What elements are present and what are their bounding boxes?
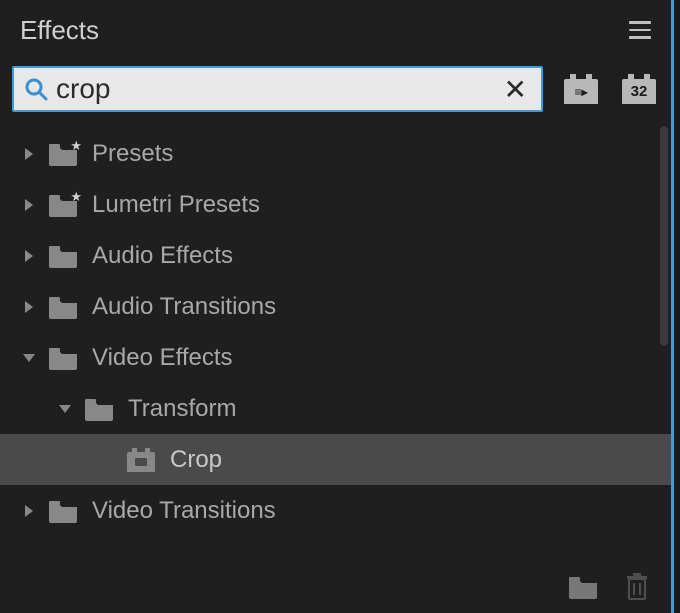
search-input[interactable] — [56, 73, 492, 105]
tree-label: Audio Transitions — [92, 293, 276, 321]
tree-label: Video Effects — [92, 344, 233, 372]
chevron-down-icon[interactable] — [54, 403, 76, 415]
tree-folder-presets[interactable]: ★ Presets — [0, 128, 671, 179]
effects-tree: ★ Presets ★ Lumetri Presets Audio Effect… — [0, 126, 671, 544]
panel-footer — [567, 565, 653, 609]
folder-star-icon: ★ — [46, 193, 80, 217]
tree-label: Transform — [128, 395, 236, 423]
chevron-right-icon[interactable] — [18, 197, 40, 213]
folder-icon — [46, 499, 80, 523]
delete-button[interactable] — [621, 573, 653, 601]
tree-folder-video-transitions[interactable]: Video Transitions — [0, 485, 671, 536]
tree-label: Presets — [92, 140, 173, 168]
tree-effect-crop[interactable]: Crop — [0, 434, 671, 485]
panel-title: Effects — [20, 15, 99, 46]
tree-folder-transform[interactable]: Transform — [0, 383, 671, 434]
new-bin-button[interactable] — [567, 573, 599, 601]
panel-menu-button[interactable] — [629, 21, 651, 39]
folder-icon — [46, 295, 80, 319]
effects-toolbar: ✕ ≡▸ 32 — [0, 56, 671, 126]
tree-folder-audio-effects[interactable]: Audio Effects — [0, 230, 671, 281]
tree-label: Video Transitions — [92, 497, 276, 525]
effect-icon — [124, 448, 158, 472]
folder-icon — [46, 244, 80, 268]
panel-header: Effects — [0, 0, 671, 56]
search-icon — [24, 77, 48, 101]
preset-32-button[interactable]: 32 — [619, 69, 659, 109]
scrollbar[interactable] — [660, 126, 668, 346]
tree-folder-video-effects[interactable]: Video Effects — [0, 332, 671, 383]
new-preset-bin-button[interactable]: ≡▸ — [561, 69, 601, 109]
tree-folder-lumetri-presets[interactable]: ★ Lumetri Presets — [0, 179, 671, 230]
folder-icon — [82, 397, 116, 421]
chevron-down-icon[interactable] — [18, 352, 40, 364]
tree-label: Audio Effects — [92, 242, 233, 270]
chevron-right-icon[interactable] — [18, 299, 40, 315]
clear-search-button[interactable]: ✕ — [500, 73, 531, 106]
folder-icon — [46, 346, 80, 370]
scrollbar-thumb[interactable] — [660, 126, 668, 346]
chevron-right-icon[interactable] — [18, 248, 40, 264]
chevron-right-icon[interactable] — [18, 503, 40, 519]
search-box[interactable]: ✕ — [12, 66, 543, 112]
tree-label: Crop — [170, 446, 222, 474]
folder-star-icon: ★ — [46, 142, 80, 166]
effects-panel: Effects ✕ ≡▸ 32 — [0, 0, 674, 613]
chevron-right-icon[interactable] — [18, 146, 40, 162]
tree-folder-audio-transitions[interactable]: Audio Transitions — [0, 281, 671, 332]
tree-label: Lumetri Presets — [92, 191, 260, 219]
